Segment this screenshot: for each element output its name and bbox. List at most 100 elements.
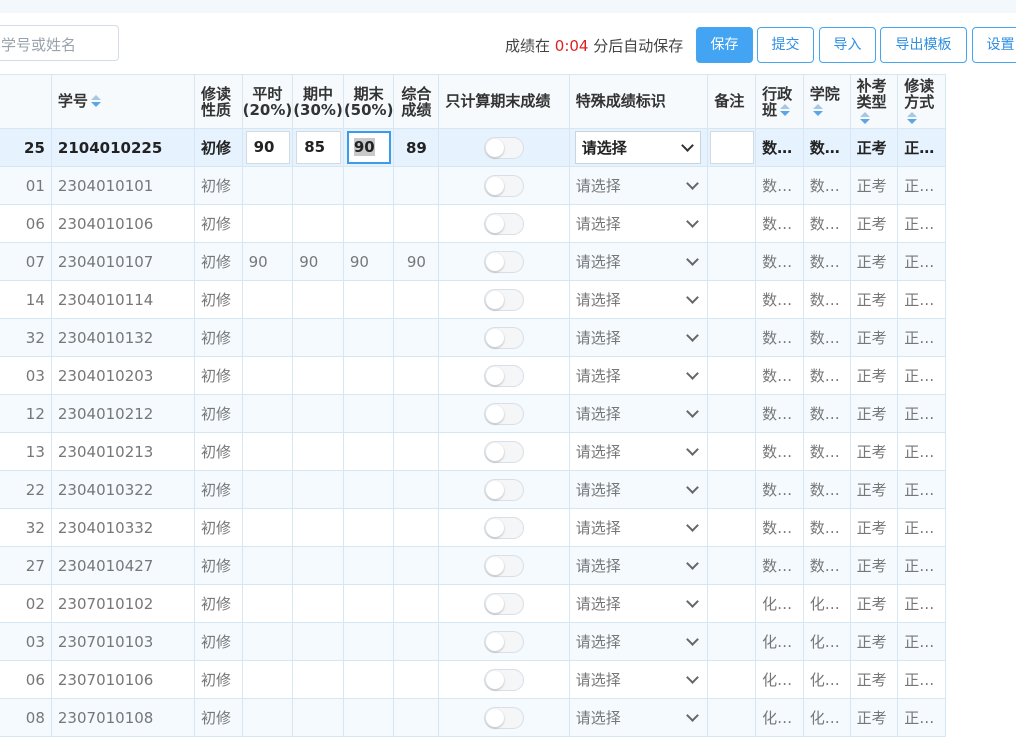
special-mark-select[interactable]: 请选择 — [576, 517, 707, 538]
special-mark-cell[interactable]: 请选择 — [568, 546, 709, 585]
col-header-student-id[interactable]: 学号 — [50, 74, 195, 129]
table-row[interactable]: 14 2304010114 初修 请选择 数… 数… 正考 正… — [0, 280, 946, 319]
regular-score-cell[interactable]: 90 — [241, 242, 294, 281]
regular-score-cell[interactable] — [241, 432, 294, 471]
final-score-cell[interactable] — [342, 356, 395, 395]
final-only-toggle[interactable] — [484, 326, 525, 349]
remark-cell[interactable] — [707, 622, 757, 661]
midterm-score-cell[interactable] — [292, 394, 344, 433]
table-row[interactable]: 02 2307010102 初修 请选择 化… 化… 正考 正… — [0, 584, 946, 623]
final-score-cell[interactable] — [342, 584, 395, 623]
midterm-score-cell[interactable] — [292, 622, 344, 661]
special-mark-cell[interactable]: 请选择 — [568, 242, 709, 281]
special-mark-select[interactable]: 请选择 — [576, 403, 707, 424]
final-score-cell[interactable] — [342, 470, 395, 509]
special-mark-select[interactable]: 请选择 — [576, 251, 707, 272]
regular-score-cell[interactable] — [241, 470, 294, 509]
midterm-score-cell[interactable] — [292, 508, 344, 547]
final-score-cell[interactable] — [342, 508, 395, 547]
remark-cell[interactable] — [707, 584, 757, 623]
table-row[interactable]: 06 2307010106 初修 请选择 化… 化… 正考 正… — [0, 660, 946, 699]
submit-button[interactable]: 提交 — [757, 27, 814, 63]
remark-cell[interactable] — [707, 394, 757, 433]
final-only-toggle[interactable] — [484, 174, 525, 197]
sort-icon[interactable] — [812, 103, 823, 117]
table-row[interactable]: 07 2304010107 初修 90 90 90 90 请选择 数… 数… 正考 正… — [0, 242, 946, 281]
table-row[interactable]: 08 2307010108 初修 请选择 化… 化… 正考 正… — [0, 698, 946, 737]
special-mark-select[interactable]: 请选择 — [576, 669, 707, 690]
regular-score-cell[interactable] — [241, 318, 294, 357]
special-mark-cell[interactable]: 请选择 — [568, 432, 709, 471]
final-score-cell[interactable] — [342, 166, 395, 205]
special-mark-cell[interactable]: 请选择 — [568, 508, 709, 547]
regular-score-cell[interactable] — [241, 204, 294, 243]
final-only-toggle[interactable] — [484, 554, 525, 577]
remark-cell[interactable] — [707, 546, 757, 585]
remark-input[interactable] — [710, 131, 755, 164]
special-mark-select[interactable]: 请选择 — [576, 327, 707, 348]
final-only-toggle[interactable] — [484, 212, 525, 235]
sort-icon[interactable] — [780, 103, 791, 117]
special-mark-cell[interactable]: 请选择 — [568, 660, 709, 699]
final-score-cell[interactable] — [342, 622, 395, 661]
midterm-score-cell[interactable] — [292, 470, 344, 509]
special-mark-cell[interactable]: 请选择 — [568, 318, 709, 357]
table-row[interactable]: 32 2304010332 初修 请选择 数… 数… 正考 正… — [0, 508, 946, 547]
special-mark-cell[interactable]: 请选择 — [568, 166, 709, 205]
remark-cell[interactable] — [707, 660, 757, 699]
remark-cell[interactable] — [707, 128, 757, 167]
import-button[interactable]: 导入 — [819, 27, 876, 63]
final-score-cell[interactable] — [342, 318, 395, 357]
regular-score-cell[interactable] — [241, 280, 294, 319]
table-row[interactable]: 13 2304010213 初修 请选择 数… 数… 正考 正… — [0, 432, 946, 471]
midterm-score-cell[interactable] — [292, 546, 344, 585]
final-score-cell[interactable] — [342, 280, 395, 319]
col-header-study-mode[interactable]: 修读方式 — [897, 74, 946, 129]
special-mark-select[interactable]: 请选择 — [576, 593, 707, 614]
final-only-toggle[interactable] — [484, 440, 525, 463]
midterm-score-cell[interactable] — [292, 698, 344, 737]
table-row[interactable]: 22 2304010322 初修 请选择 数… 数… 正考 正… — [0, 470, 946, 509]
final-only-toggle[interactable] — [484, 592, 525, 615]
special-mark-cell[interactable]: 请选择 — [568, 280, 709, 319]
special-mark-select[interactable]: 请选择 — [576, 213, 707, 234]
remark-cell[interactable] — [707, 470, 757, 509]
remark-cell[interactable] — [707, 318, 757, 357]
midterm-score-cell[interactable] — [292, 584, 344, 623]
special-mark-select[interactable]: 请选择 — [576, 479, 707, 500]
remark-cell[interactable] — [707, 242, 757, 281]
special-mark-select[interactable]: 请选择 — [576, 441, 707, 462]
final-only-toggle[interactable] — [484, 136, 525, 159]
regular-score-cell[interactable] — [241, 622, 294, 661]
table-row[interactable]: 32 2304010132 初修 请选择 数… 数… 正考 正… — [0, 318, 946, 357]
special-mark-select[interactable]: 请选择 — [576, 175, 707, 196]
special-mark-cell[interactable]: 请选择 — [568, 128, 709, 167]
table-row[interactable]: 03 2304010203 初修 请选择 数… 数… 正考 正… — [0, 356, 946, 395]
regular-score-cell[interactable] — [241, 508, 294, 547]
midterm-score-cell[interactable] — [292, 280, 344, 319]
regular-score-cell[interactable] — [241, 698, 294, 737]
col-header-college[interactable]: 学院 — [802, 74, 851, 129]
midterm-score-input[interactable]: 85 — [296, 131, 341, 164]
final-only-toggle[interactable] — [484, 402, 525, 425]
remark-cell[interactable] — [707, 204, 757, 243]
save-button[interactable]: 保存 — [696, 27, 753, 63]
remark-cell[interactable] — [707, 166, 757, 205]
special-mark-cell[interactable]: 请选择 — [568, 204, 709, 243]
midterm-score-cell[interactable] — [292, 356, 344, 395]
final-only-toggle[interactable] — [484, 706, 525, 729]
regular-score-cell[interactable]: 90 — [241, 128, 294, 167]
remark-cell[interactable] — [707, 432, 757, 471]
special-mark-select[interactable]: 请选择 — [576, 707, 707, 728]
special-mark-select[interactable]: 请选择 — [576, 555, 707, 576]
table-row[interactable]: 03 2307010103 初修 请选择 化… 化… 正考 正… — [0, 622, 946, 661]
special-mark-select[interactable]: 请选择 — [576, 631, 707, 652]
final-score-cell[interactable] — [342, 204, 395, 243]
table-row[interactable]: 25 2104010225 初修 90 85 90 89 请选择 数… 数… 正考 正… — [0, 128, 946, 167]
remark-cell[interactable] — [707, 280, 757, 319]
final-only-toggle[interactable] — [484, 250, 525, 273]
special-mark-cell[interactable]: 请选择 — [568, 394, 709, 433]
final-only-toggle[interactable] — [484, 478, 525, 501]
midterm-score-cell[interactable] — [292, 166, 344, 205]
final-only-toggle[interactable] — [484, 516, 525, 539]
